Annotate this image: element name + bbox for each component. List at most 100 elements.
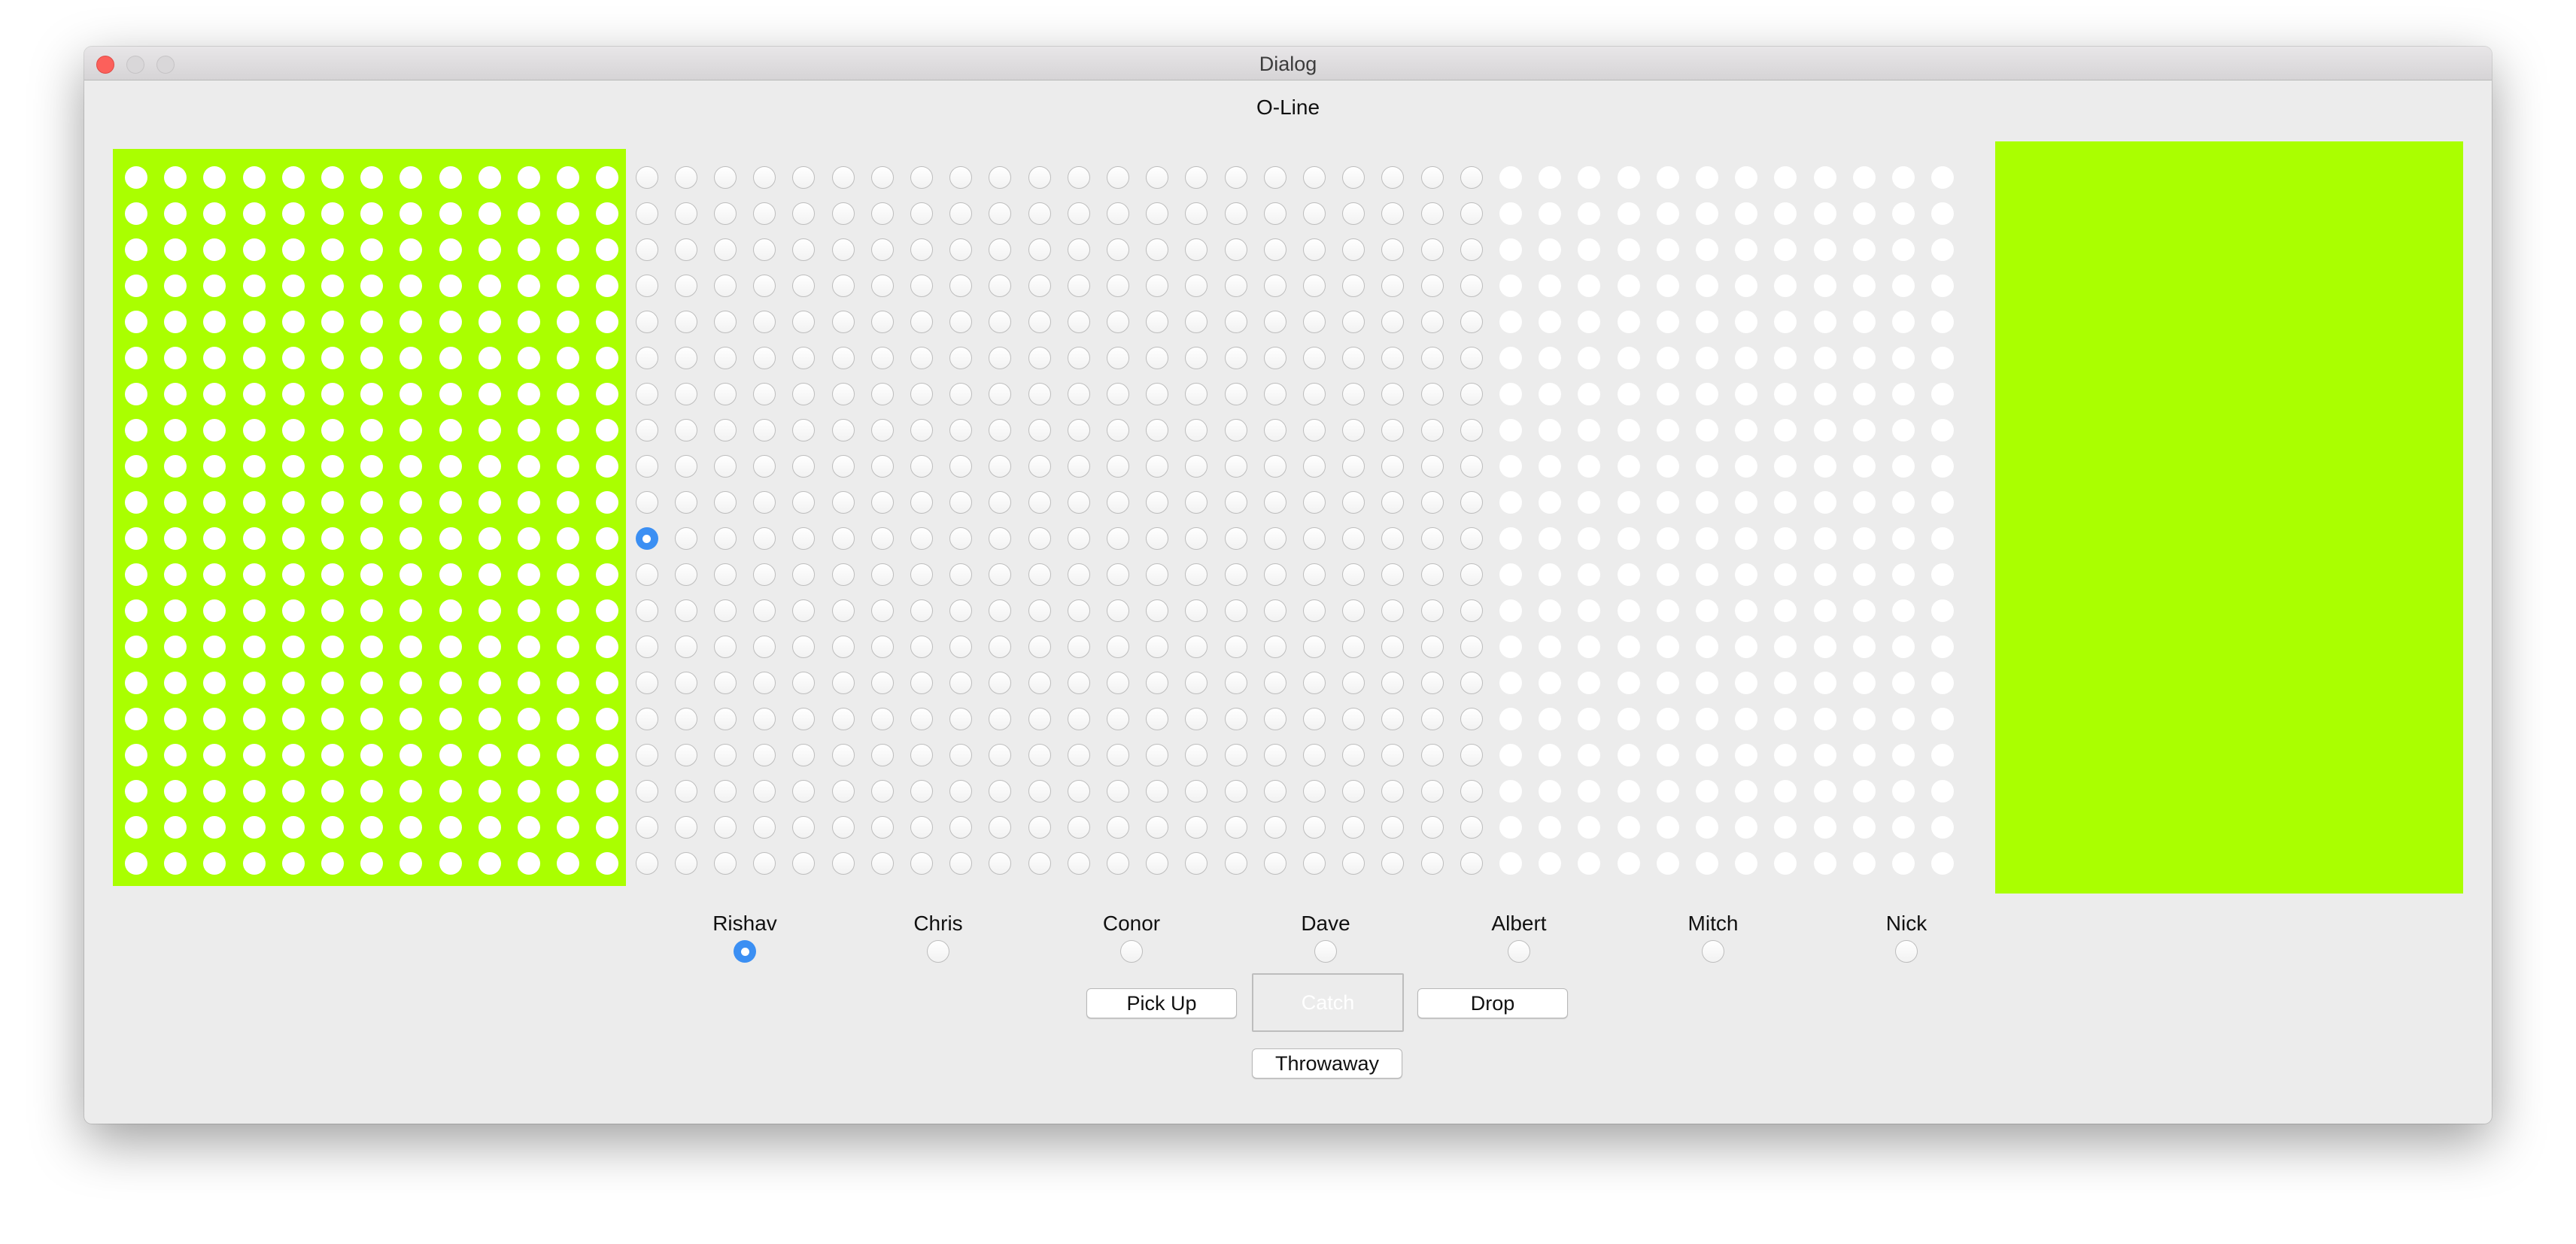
field-cell-radio[interactable] [360, 636, 384, 658]
field-cell-radio[interactable] [1813, 347, 1836, 369]
field-cell-radio[interactable] [1381, 816, 1405, 839]
field-cell-radio[interactable] [674, 816, 697, 839]
field-cell-radio[interactable] [242, 744, 266, 766]
field-cell-radio[interactable] [1107, 852, 1129, 875]
field-cell-radio[interactable] [281, 347, 305, 369]
field-cell-radio[interactable] [792, 419, 816, 441]
field-cell-radio[interactable] [674, 672, 697, 694]
field-cell-radio[interactable] [1892, 347, 1915, 369]
field-cell-radio[interactable] [321, 491, 344, 514]
field-cell-radio[interactable] [1774, 419, 1797, 441]
field-cell-radio[interactable] [1892, 852, 1915, 875]
field-cell-radio[interactable] [1028, 311, 1051, 333]
field-cell-radio[interactable] [321, 636, 344, 658]
field-cell-radio[interactable] [125, 744, 147, 766]
field-cell-radio[interactable] [1578, 275, 1601, 297]
player-option-rishav[interactable]: Rishav [670, 912, 820, 966]
field-cell-radio[interactable] [1852, 708, 1876, 730]
field-cell-radio[interactable] [949, 708, 973, 730]
field-cell-radio[interactable] [753, 708, 776, 730]
field-cell-radio[interactable] [1067, 275, 1090, 297]
player-option-conor[interactable]: Conor [1056, 912, 1207, 966]
field-cell-radio[interactable] [1617, 238, 1640, 261]
field-cell-radio[interactable] [1735, 311, 1758, 333]
field-cell-radio[interactable] [439, 816, 462, 839]
field-cell-radio[interactable] [1539, 455, 1562, 478]
field-cell-radio[interactable] [870, 202, 894, 225]
player-radio[interactable] [927, 940, 949, 963]
field-cell-radio[interactable] [1381, 780, 1405, 803]
field-cell-radio[interactable] [1028, 527, 1051, 550]
field-cell-radio[interactable] [439, 238, 462, 261]
field-cell-radio[interactable] [1578, 852, 1601, 875]
field-cell-radio[interactable] [1263, 599, 1286, 622]
field-cell-radio[interactable] [1028, 599, 1051, 622]
field-cell-radio[interactable] [439, 563, 462, 586]
field-cell-radio[interactable] [1617, 275, 1640, 297]
field-cell-radio[interactable] [1107, 202, 1129, 225]
field-cell-radio[interactable] [1107, 816, 1129, 839]
field-cell-radio[interactable] [831, 202, 855, 225]
field-cell-radio[interactable] [1578, 816, 1601, 839]
field-cell-radio[interactable] [1303, 491, 1326, 514]
field-cell-radio[interactable] [125, 202, 147, 225]
field-cell-radio[interactable] [281, 744, 305, 766]
field-cell-radio[interactable] [1656, 816, 1679, 839]
field-cell-radio[interactable] [1263, 202, 1286, 225]
field-cell-radio[interactable] [949, 311, 973, 333]
field-cell-radio[interactable] [1263, 563, 1286, 586]
field-cell-radio[interactable] [125, 563, 147, 586]
field-cell-radio[interactable] [478, 275, 501, 297]
field-cell-radio[interactable] [1852, 455, 1876, 478]
field-cell-radio[interactable] [439, 202, 462, 225]
field-cell-radio[interactable] [910, 311, 933, 333]
field-cell-radio[interactable] [360, 780, 384, 803]
field-cell-radio[interactable] [1735, 636, 1758, 658]
field-cell-radio[interactable] [753, 238, 776, 261]
field-cell-radio[interactable] [831, 275, 855, 297]
field-cell-radio[interactable] [753, 672, 776, 694]
field-cell-radio[interactable] [1107, 311, 1129, 333]
field-cell-radio[interactable] [1185, 672, 1208, 694]
field-cell-radio[interactable] [478, 744, 501, 766]
field-cell-radio[interactable] [1813, 672, 1836, 694]
field-cell-radio[interactable] [1067, 166, 1090, 189]
field-cell-radio[interactable] [1303, 455, 1326, 478]
field-cell-radio[interactable] [1813, 527, 1836, 550]
field-cell-radio[interactable] [1892, 599, 1915, 622]
field-cell-radio[interactable] [1420, 202, 1444, 225]
field-cell-radio[interactable] [910, 708, 933, 730]
field-cell-radio[interactable] [1067, 636, 1090, 658]
field-cell-radio[interactable] [870, 347, 894, 369]
field-cell-radio[interactable] [910, 599, 933, 622]
field-cell-radio[interactable] [674, 311, 697, 333]
field-cell-radio[interactable] [674, 563, 697, 586]
field-cell-radio[interactable] [1460, 238, 1483, 261]
field-cell-radio[interactable] [1735, 275, 1758, 297]
field-cell-radio[interactable] [557, 780, 580, 803]
field-cell-radio[interactable] [674, 708, 697, 730]
field-cell-radio[interactable] [1185, 816, 1208, 839]
field-cell-radio[interactable] [1774, 491, 1797, 514]
field-cell-radio[interactable] [1892, 455, 1915, 478]
field-cell-radio[interactable] [753, 527, 776, 550]
field-cell-radio[interactable] [242, 780, 266, 803]
field-cell-radio[interactable] [1028, 491, 1051, 514]
field-cell-radio[interactable] [125, 166, 147, 189]
field-cell-radio[interactable] [1539, 166, 1562, 189]
field-cell-radio[interactable] [714, 166, 737, 189]
field-cell-radio[interactable] [478, 672, 501, 694]
field-cell-radio[interactable] [242, 672, 266, 694]
field-cell-radio[interactable] [1578, 491, 1601, 514]
field-cell-radio[interactable] [831, 708, 855, 730]
field-cell-radio[interactable] [1185, 708, 1208, 730]
field-cell-radio[interactable] [360, 202, 384, 225]
field-cell-radio[interactable] [1460, 491, 1483, 514]
field-cell-radio[interactable] [1813, 419, 1836, 441]
field-cell-radio[interactable] [1696, 816, 1718, 839]
field-cell-radio[interactable] [1539, 311, 1562, 333]
field-cell-radio[interactable] [1342, 780, 1365, 803]
field-cell-radio[interactable] [1774, 275, 1797, 297]
field-cell-radio[interactable] [753, 636, 776, 658]
field-cell-radio[interactable] [635, 672, 658, 694]
